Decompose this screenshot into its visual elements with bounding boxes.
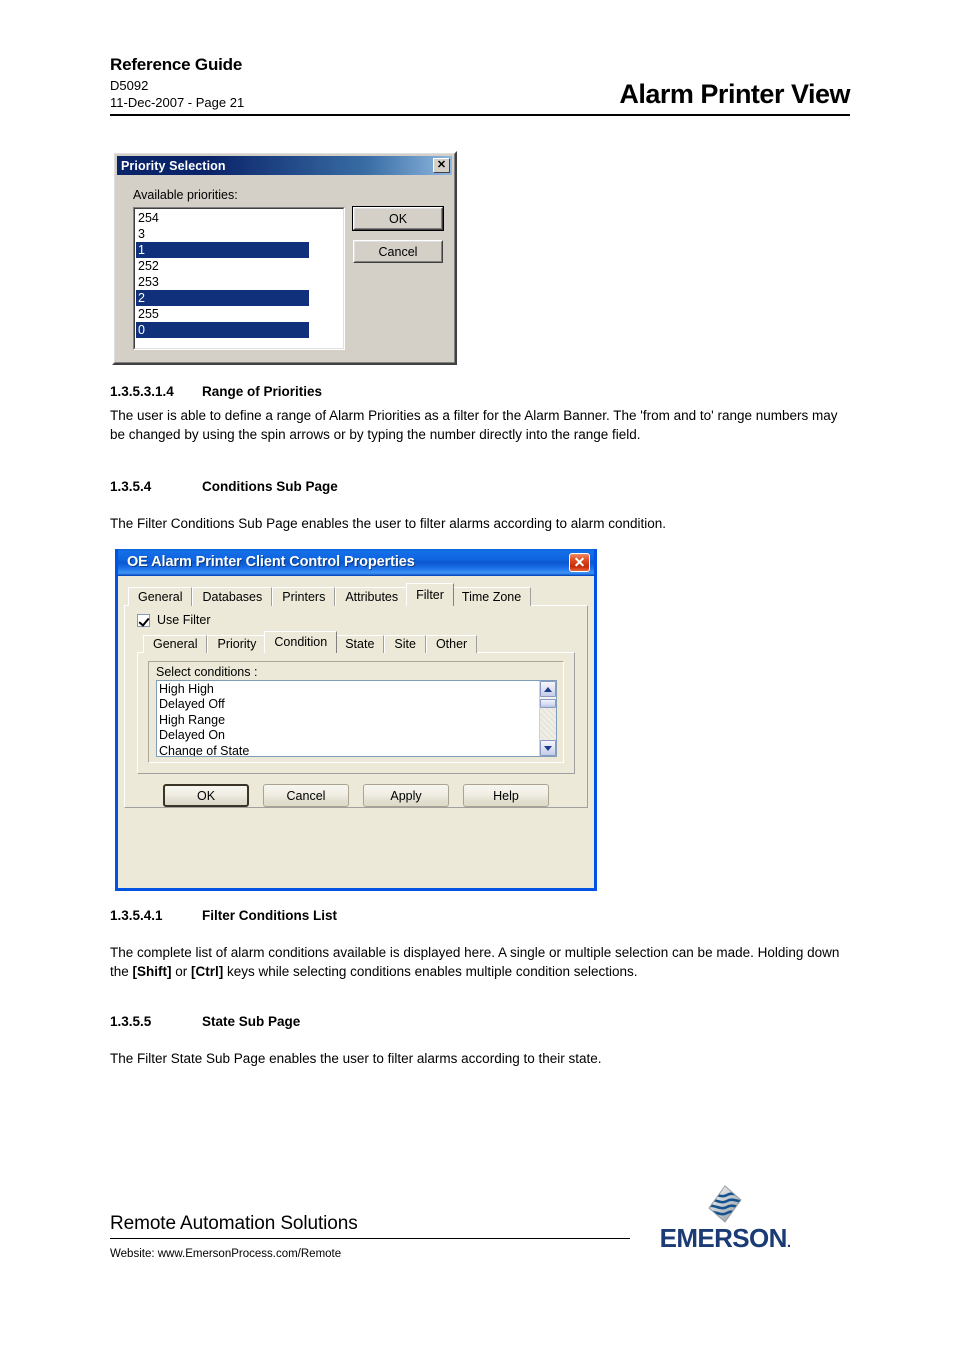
section-body: The Filter Conditions Sub Page enables t… <box>110 516 667 531</box>
tab-printers[interactable]: Printers <box>272 587 336 606</box>
priority-ok-button[interactable]: OK <box>352 206 444 231</box>
section-conditions-sub-page: 1.3.5.4 Conditions Sub Page The Filter C… <box>110 478 850 534</box>
priority-list-item[interactable]: 252 <box>136 258 343 274</box>
dialog-button-row[interactable]: OK Cancel Apply Help <box>125 774 587 807</box>
available-priorities-listbox[interactable]: 254 3 1 252 253 2 255 0 <box>133 207 345 350</box>
use-filter-checkbox[interactable] <box>137 613 150 627</box>
select-conditions-label: Select conditions : <box>156 665 258 679</box>
priority-list-item[interactable]: 255 <box>136 306 343 322</box>
close-icon[interactable]: ✕ <box>433 158 450 173</box>
tab-time-zone[interactable]: Time Zone <box>451 587 532 606</box>
subtab-priority[interactable]: Priority <box>207 635 267 653</box>
priority-list-item[interactable]: 254 <box>136 210 343 226</box>
priority-list-item[interactable]: 1 <box>136 242 309 258</box>
emerson-dot: . <box>786 1234 791 1251</box>
section-number: 1.3.5.3.1.4 <box>110 384 174 399</box>
condition-list-item[interactable]: High High <box>159 682 539 697</box>
shift-key-label: [Shift] <box>132 963 172 979</box>
conditions-scrollbar[interactable] <box>539 681 556 756</box>
priority-dialog-titlebar[interactable]: Priority Selection ✕ <box>117 156 452 175</box>
section-title: Range of Priorities <box>202 384 323 399</box>
outer-tab-strip[interactable]: General Databases Printers Attributes Filter… <box>124 583 588 606</box>
ok-button[interactable]: OK <box>163 784 249 807</box>
condition-list-item[interactable]: High Range <box>159 713 539 728</box>
footer-website: Website: www.EmersonProcess.com/Remote <box>110 1248 342 1260</box>
section-number: 1.3.5.4.1 <box>110 908 163 923</box>
emerson-wordmark: EMERSON. <box>645 1225 805 1256</box>
section-body: The user is able to define a range of Al… <box>110 408 838 442</box>
scrollbar-thumb[interactable] <box>540 699 556 708</box>
condition-list-item[interactable]: Change of State <box>159 744 539 756</box>
section-state-sub-page: 1.3.5.5 State Sub Page The Filter State … <box>110 1013 850 1069</box>
header-left-block: Reference Guide D5092 11-Dec-2007 - Page… <box>110 55 244 111</box>
apply-button[interactable]: Apply <box>363 784 449 807</box>
condition-list-item[interactable]: Delayed Off <box>159 697 539 712</box>
page-footer: Remote Automation Solutions Website: www… <box>110 1185 850 1260</box>
footer-company-name: Remote Automation Solutions <box>110 1213 358 1234</box>
scroll-down-icon[interactable] <box>540 740 556 756</box>
section-title: Filter Conditions List <box>202 908 337 923</box>
use-filter-label: Use Filter <box>157 613 211 627</box>
footer-divider <box>110 1238 630 1239</box>
conditions-group: Select conditions : High High Delayed Off… <box>148 661 564 763</box>
priority-list-item[interactable]: 253 <box>136 274 343 290</box>
page-header: Reference Guide D5092 11-Dec-2007 - Page… <box>110 55 850 116</box>
condition-list-item[interactable]: Delayed On <box>159 728 539 743</box>
emerson-logo: EMERSON. <box>645 1184 805 1256</box>
tab-attributes[interactable]: Attributes <box>335 587 409 606</box>
ctrl-key-label: [Ctrl] <box>191 963 224 979</box>
priority-list-item[interactable]: 2 <box>136 290 309 306</box>
body-text-part-2: or <box>171 963 192 979</box>
use-filter-row[interactable]: Use Filter <box>125 606 587 632</box>
inner-tab-strip[interactable]: General Priority Condition State Site Other <box>125 631 587 653</box>
scrollbar-track[interactable] <box>540 708 556 740</box>
tab-general[interactable]: General <box>128 587 193 606</box>
properties-dialog-title: OE Alarm Printer Client Control Properti… <box>127 554 415 570</box>
tab-filter[interactable]: Filter <box>406 583 454 606</box>
priority-list-item[interactable]: 0 <box>136 322 309 338</box>
scroll-up-icon[interactable] <box>540 681 556 697</box>
priority-dialog-title: Priority Selection <box>121 158 226 173</box>
condition-tab-page: Select conditions : High High Delayed Off… <box>137 652 575 774</box>
section-range-of-priorities: 1.3.5.3.1.4 Range of Priorities The user… <box>110 383 850 444</box>
emerson-text: EMERSON <box>659 1223 788 1253</box>
section-title: State Sub Page <box>202 1014 301 1029</box>
available-priorities-label: Available priorities: <box>133 188 238 202</box>
header-section-title: Alarm Printer View <box>619 79 850 109</box>
header-divider <box>110 114 850 116</box>
document-number: D5092 <box>110 78 149 93</box>
properties-dialog-titlebar[interactable]: OE Alarm Printer Client Control Properti… <box>118 549 594 576</box>
section-body: The Filter State Sub Page enables the us… <box>110 1051 602 1066</box>
subtab-general[interactable]: General <box>143 635 208 653</box>
priority-selection-dialog: Priority Selection ✕ Available prioritie… <box>112 151 457 365</box>
subtab-condition[interactable]: Condition <box>264 631 338 653</box>
tab-databases[interactable]: Databases <box>192 587 273 606</box>
conditions-listbox[interactable]: High High Delayed Off High Range Delayed On… <box>156 680 557 757</box>
section-body: The complete list of alarm conditions av… <box>110 944 850 981</box>
section-filter-conditions-list: 1.3.5.4.1 Filter Conditions List The com… <box>110 907 850 981</box>
priority-list-item[interactable]: 3 <box>136 226 343 242</box>
close-icon[interactable] <box>569 552 590 572</box>
priority-cancel-label: Cancel <box>378 244 418 259</box>
alarm-printer-properties-dialog: OE Alarm Printer Client Control Properti… <box>115 549 597 891</box>
subtab-other[interactable]: Other <box>425 635 478 653</box>
emerson-mark-icon <box>705 1184 745 1224</box>
section-number: 1.3.5.4 <box>110 479 152 494</box>
subtab-site[interactable]: Site <box>384 635 426 653</box>
section-number: 1.3.5.5 <box>110 1014 152 1029</box>
section-title: Conditions Sub Page <box>202 479 338 494</box>
body-text-part-3: keys while selecting conditions enables … <box>223 963 638 979</box>
priority-cancel-button[interactable]: Cancel <box>353 240 443 263</box>
page-title: Reference Guide <box>110 55 243 74</box>
priority-ok-label: OK <box>388 211 408 226</box>
filter-tab-page: Use Filter General Priority Condition State… <box>124 605 588 808</box>
cancel-button[interactable]: Cancel <box>263 784 349 807</box>
subtab-state[interactable]: State <box>335 635 385 653</box>
help-button[interactable]: Help <box>463 784 549 807</box>
document-date-page: 11-Dec-2007 - Page 21 <box>110 95 245 110</box>
